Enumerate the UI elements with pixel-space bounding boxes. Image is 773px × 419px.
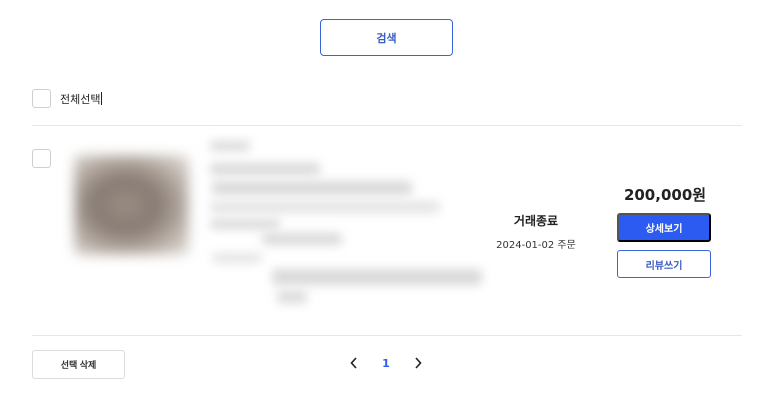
chevron-right-icon[interactable] xyxy=(410,353,426,373)
select-all-text: 전체선택 xyxy=(60,92,101,106)
divider-top xyxy=(32,125,742,126)
blurred-text xyxy=(210,219,280,229)
text-cursor xyxy=(101,91,103,105)
view-details-button[interactable]: 상세보기 xyxy=(617,213,711,242)
write-review-button[interactable]: 리뷰쓰기 xyxy=(617,250,711,278)
blurred-text xyxy=(212,253,262,263)
page-number-current[interactable]: 1 xyxy=(378,353,394,373)
blurred-text xyxy=(210,163,320,175)
pagination: 1 xyxy=(344,353,426,373)
order-status: 거래종료 xyxy=(513,214,559,228)
blurred-text xyxy=(210,201,440,213)
search-button[interactable]: 검색 xyxy=(320,19,453,56)
delete-selected-button[interactable]: 선택 삭제 xyxy=(32,350,125,379)
order-date: 2024-01-02 주문 xyxy=(496,240,576,251)
select-all-checkbox[interactable] xyxy=(32,89,51,108)
blurred-text xyxy=(212,181,412,195)
divider-bottom xyxy=(32,335,742,336)
select-all-row: 전체선택 xyxy=(32,89,103,108)
product-thumbnail xyxy=(74,155,189,255)
chevron-left-icon[interactable] xyxy=(346,353,362,373)
select-all-label: 전체선택 xyxy=(60,91,103,107)
order-price: 200,000원 xyxy=(623,186,707,204)
order-item-checkbox[interactable] xyxy=(32,149,51,168)
blurred-text xyxy=(262,233,342,245)
blurred-text xyxy=(277,291,307,303)
blurred-text xyxy=(272,269,482,285)
blurred-product-info xyxy=(62,133,495,313)
blurred-text xyxy=(210,141,250,151)
